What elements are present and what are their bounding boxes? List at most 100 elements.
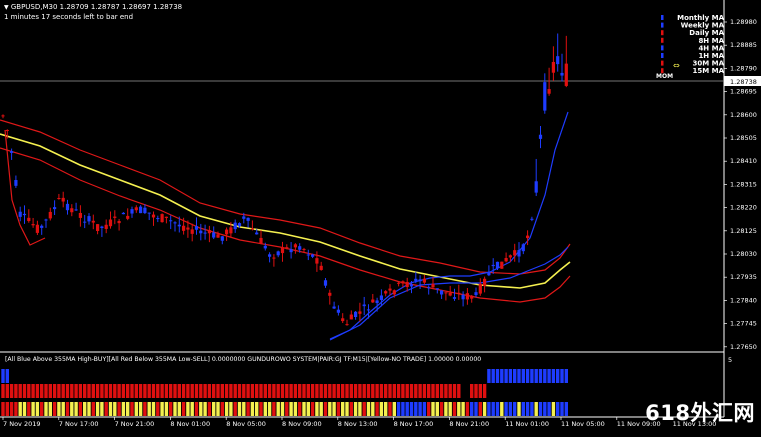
candle-body [298,246,302,250]
histogram-bar [246,384,250,398]
histogram-bar [126,402,130,416]
price-label: 1.28410 [730,157,757,165]
candle-body [139,206,143,214]
candle-body [551,61,555,73]
candle-body [225,229,229,235]
histogram-bar [517,369,521,383]
candle-body [440,290,444,295]
candle-body [556,56,560,65]
histogram-bar [328,402,332,416]
histogram-bar [203,384,207,398]
histogram-bar [302,384,306,398]
histogram-bar [78,402,83,416]
candle-body [242,216,246,219]
histogram-bar [530,369,534,383]
histogram-bar [52,402,57,416]
current-price-label: 1.28738 [730,78,757,86]
candle-body [177,224,181,227]
candle-body [190,229,194,234]
candle-body [229,227,233,234]
histogram-bar [319,384,323,398]
histogram-bar [177,402,181,416]
candle-body [280,247,285,254]
histogram-bar [414,384,418,398]
histogram-bar [237,384,242,398]
candle-body [521,244,525,252]
candle-body [237,223,242,227]
histogram-bar [487,369,491,383]
histogram-bar [289,384,293,398]
candle-body [366,309,371,311]
histogram-bar [134,402,138,416]
candle-body [44,219,48,221]
histogram-bar [310,384,315,398]
candle-body [108,219,113,227]
candle-body [517,250,521,257]
candle-body [409,284,414,287]
candle-body [18,211,22,217]
histogram-bar [525,402,530,416]
candle-body [255,232,259,235]
histogram-bar [508,402,513,416]
histogram-bar [414,402,418,416]
time-label: 8 Nov 13:00 [338,420,378,428]
histogram-bar [379,384,384,398]
candle-body [182,225,186,231]
histogram-bar [439,384,444,398]
mom-label: MOM [656,73,673,80]
histogram-bar [289,402,293,416]
time-label: 11 Nov 05:00 [561,420,605,428]
candle-body [151,214,156,218]
histogram-bar [48,402,52,416]
histogram-bar [491,369,495,383]
histogram-bar [199,384,203,398]
ma-trend-marker [661,53,664,58]
histogram-bar [267,402,272,416]
histogram-bar [366,384,371,398]
candle-body [564,63,568,86]
candle-body [220,236,224,241]
collapse-triangle-icon[interactable]: ▼ [4,4,9,11]
histogram-bar [95,384,100,398]
candle-body [405,281,409,288]
histogram-bar [61,384,65,398]
histogram-bar [534,369,538,383]
histogram-bar [263,384,267,398]
histogram-bar [470,402,474,416]
histogram-bar [177,384,181,398]
symbol-ohlc-text: GBPUSD,M30 1.28709 1.28787 1.28697 1.287… [10,3,183,11]
candle-body [315,258,319,264]
candle-body [91,220,95,223]
histogram-bar [250,402,255,416]
histogram-bar [1,384,5,398]
histogram-bar [1,369,5,383]
candle-body [478,283,482,294]
histogram-bar [422,384,427,398]
histogram-bar [70,402,74,416]
histogram-bar [422,402,427,416]
histogram-bar [560,369,564,383]
histogram-bar [448,384,452,398]
histogram-bar [220,384,224,398]
histogram-bar [138,402,143,416]
histogram-bar [194,384,199,398]
histogram-bar [341,384,345,398]
candle-body [134,207,138,211]
histogram-bar [181,402,186,416]
histogram-bar [117,402,121,416]
histogram-bar [362,384,366,398]
price-chart[interactable]: 1.28738 5 1.28980 1.28885 1.28790 1.28695 1.… [0,0,761,437]
subwindow-scale-label: 5 [728,356,732,364]
histogram-bar [457,402,461,416]
histogram-bar [474,384,478,398]
price-label: 1.28695 [730,88,757,96]
price-label: 1.28885 [730,41,757,49]
histogram-bar [263,402,267,416]
histogram-bar [216,384,220,398]
histogram-bar [405,402,409,416]
histogram-bar [547,402,551,416]
histogram-bar [401,384,405,398]
chart-window[interactable]: 1.28738 5 1.28980 1.28885 1.28790 1.28695 1.… [0,0,761,437]
histogram-bar [190,384,194,398]
histogram-bar [57,402,61,416]
